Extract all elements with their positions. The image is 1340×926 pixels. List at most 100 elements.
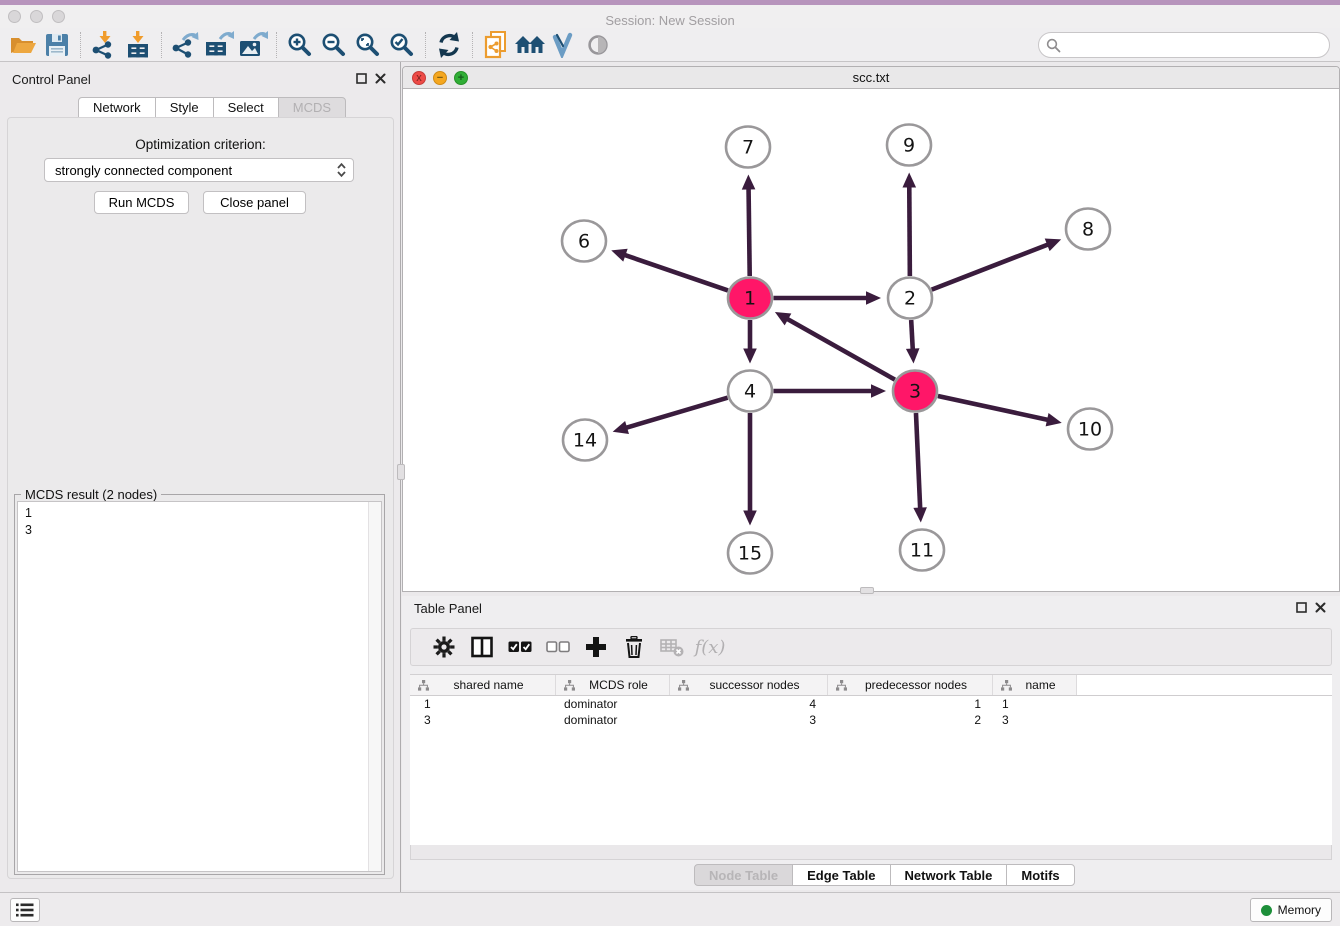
- network-canvas[interactable]: 7968124314101511: [403, 89, 1339, 592]
- graph-edge-2-8[interactable]: [932, 244, 1049, 289]
- control-panel: Control Panel NetworkStyleSelectMCDS Opt…: [0, 62, 401, 892]
- result-scrollbar[interactable]: [368, 502, 381, 871]
- delete-row-trash-icon[interactable]: [615, 631, 653, 663]
- criterion-dropdown[interactable]: strongly connected component: [44, 158, 354, 182]
- table-cell[interactable]: 2: [828, 712, 993, 728]
- graph-edge-2-3[interactable]: [911, 320, 913, 351]
- table-cell[interactable]: 4: [670, 696, 828, 712]
- import-table-icon[interactable]: [121, 30, 155, 60]
- float-table-panel-icon[interactable]: [1296, 602, 1307, 613]
- table-hscrollbar[interactable]: [410, 845, 1332, 860]
- graph-edge-3-1[interactable]: [786, 318, 895, 379]
- column-header-successor-nodes[interactable]: successor nodes: [670, 675, 828, 695]
- close-panel-button[interactable]: Close panel: [203, 191, 306, 214]
- tab-edge-table[interactable]: Edge Table: [792, 864, 890, 886]
- horizontal-splitter-handle[interactable]: [860, 587, 874, 594]
- function-builder-icon[interactable]: f(x): [691, 631, 729, 663]
- add-row-icon[interactable]: [577, 631, 615, 663]
- zoom-fit-icon[interactable]: [351, 30, 385, 60]
- graph-edge-3-11[interactable]: [916, 413, 920, 510]
- run-mcds-button[interactable]: Run MCDS: [94, 191, 189, 214]
- memory-button[interactable]: Memory: [1250, 898, 1332, 922]
- graph-node-label: 1: [744, 288, 756, 310]
- graph-edge-arrowhead: [906, 348, 920, 363]
- tab-network-table[interactable]: Network Table: [890, 864, 1008, 886]
- import-network-icon[interactable]: [87, 30, 121, 60]
- graph-edge-1-6[interactable]: [624, 255, 728, 291]
- float-panel-icon[interactable]: [356, 73, 367, 84]
- hierarchy-icon: [563, 680, 576, 691]
- zoom-out-icon[interactable]: [317, 30, 351, 60]
- refresh-icon[interactable]: [432, 30, 466, 60]
- search-input[interactable]: [1038, 32, 1330, 58]
- column-header-MCDS-role[interactable]: MCDS role: [556, 675, 670, 695]
- settings-gear-icon[interactable]: [425, 631, 463, 663]
- mcds-result-textarea[interactable]: 13: [17, 501, 382, 872]
- vertical-splitter-handle[interactable]: [397, 464, 405, 480]
- table-cell[interactable]: dominator: [556, 712, 670, 728]
- column-header-name[interactable]: name: [993, 675, 1077, 695]
- column-header-predecessor-nodes[interactable]: predecessor nodes: [828, 675, 993, 695]
- table-cell[interactable]: 1: [410, 696, 556, 712]
- search-icon: [1046, 38, 1061, 53]
- graph-node-label: 3: [909, 381, 921, 403]
- home-icon[interactable]: [513, 30, 547, 60]
- delete-table-icon[interactable]: [653, 631, 691, 663]
- close-panel-icon[interactable]: [375, 73, 386, 84]
- tab-node-table[interactable]: Node Table: [694, 864, 793, 886]
- graph-edge-2-9[interactable]: [909, 185, 910, 276]
- mcds-result-group: MCDS result (2 nodes) 13: [14, 494, 385, 875]
- table-cell[interactable]: 1: [993, 696, 1077, 712]
- zoom-in-icon[interactable]: [283, 30, 317, 60]
- column-header-shared-name[interactable]: shared name: [410, 675, 556, 695]
- select-all-icon[interactable]: [501, 631, 539, 663]
- graph-node-label: 6: [578, 231, 590, 253]
- close-table-panel-icon[interactable]: [1315, 602, 1326, 613]
- app-titlebar: Session: New Session: [0, 5, 1340, 28]
- tab-style[interactable]: Style: [155, 97, 214, 118]
- table-row[interactable]: 3dominator323: [410, 712, 1332, 728]
- graph-node-label: 11: [910, 540, 934, 562]
- table-cell[interactable]: dominator: [556, 696, 670, 712]
- export-table-icon[interactable]: [202, 30, 236, 60]
- open-session-icon[interactable]: [6, 30, 40, 60]
- export-network-icon[interactable]: [168, 30, 202, 60]
- graph-node-label: 15: [738, 543, 762, 565]
- tab-select[interactable]: Select: [213, 97, 279, 118]
- table-cell[interactable]: 3: [993, 712, 1077, 728]
- result-line: 3: [25, 522, 32, 539]
- network-title: scc.txt: [403, 70, 1339, 85]
- tab-motifs[interactable]: Motifs: [1006, 864, 1074, 886]
- table-toolbar: f(x): [410, 628, 1332, 666]
- tab-mcds[interactable]: MCDS: [278, 97, 346, 118]
- table-panel-title: Table Panel: [414, 601, 482, 616]
- table-cell[interactable]: 3: [670, 712, 828, 728]
- show-columns-icon[interactable]: [463, 631, 501, 663]
- save-session-icon[interactable]: [40, 30, 74, 60]
- graph-edge-1-7[interactable]: [749, 187, 750, 276]
- graph-edge-arrowhead: [871, 384, 886, 398]
- table-row[interactable]: 1dominator411: [410, 696, 1332, 712]
- unselect-all-icon[interactable]: [539, 631, 577, 663]
- hierarchy-icon: [677, 680, 690, 691]
- share-document-icon[interactable]: [479, 30, 513, 60]
- graph-node-label: 10: [1078, 419, 1102, 441]
- zoom-selected-icon[interactable]: [385, 30, 419, 60]
- hide-panel-icon[interactable]: [581, 30, 615, 60]
- graph-edge-4-14[interactable]: [625, 398, 727, 428]
- graph-edge-arrowhead: [613, 421, 629, 434]
- tab-network[interactable]: Network: [78, 97, 156, 118]
- graph-edge-3-10[interactable]: [938, 396, 1049, 420]
- control-panel-title: Control Panel: [12, 72, 91, 87]
- export-image-icon[interactable]: [236, 30, 270, 60]
- table-cell[interactable]: 3: [410, 712, 556, 728]
- graph-edge-arrowhead: [743, 511, 757, 526]
- graph-edge-arrowhead: [611, 249, 627, 262]
- graph-edge-arrowhead: [1045, 238, 1061, 251]
- table-cell[interactable]: 1: [828, 696, 993, 712]
- apply-style-icon[interactable]: [547, 30, 581, 60]
- task-history-button[interactable]: [10, 898, 40, 922]
- graph-node-label: 14: [573, 430, 597, 452]
- control-panel-tabs: NetworkStyleSelectMCDS: [78, 97, 346, 118]
- table-panel: Table Panel f(x) shared nameMCDS rolesuc…: [402, 596, 1340, 890]
